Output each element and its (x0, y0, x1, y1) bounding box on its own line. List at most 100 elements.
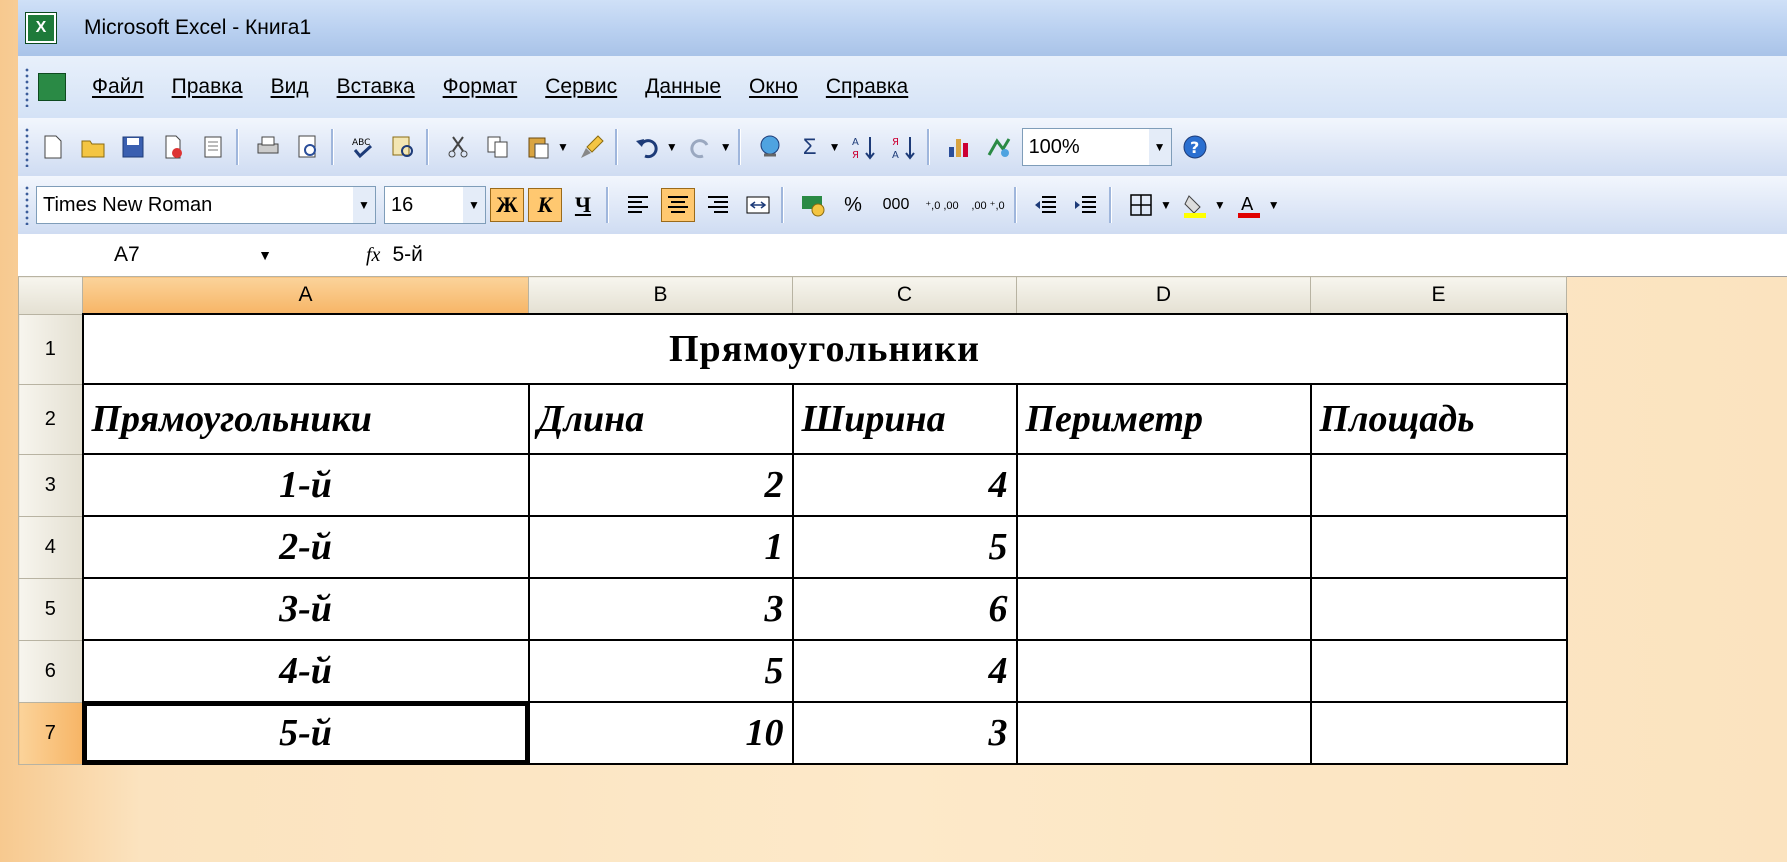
data-cell[interactable] (1309, 577, 1568, 641)
data-cell[interactable] (1015, 453, 1312, 517)
data-cell[interactable] (1015, 701, 1312, 765)
excel-app-icon[interactable]: X (26, 13, 56, 43)
row-header[interactable]: 2 (18, 383, 83, 455)
redo-dropdown-arrow[interactable]: ▼ (720, 140, 732, 154)
cut-icon[interactable] (441, 130, 475, 164)
data-cell[interactable]: 3 (527, 577, 794, 641)
data-cell[interactable]: 10 (527, 701, 794, 765)
menu-help[interactable]: Справка (824, 71, 910, 103)
menu-data[interactable]: Данные (643, 71, 723, 103)
data-cell[interactable]: 3-й (81, 577, 530, 641)
chevron-down-icon[interactable]: ▼ (1148, 129, 1171, 165)
data-cell[interactable]: 4-й (81, 639, 530, 703)
data-cell[interactable]: 2 (527, 453, 794, 517)
undo-dropdown-arrow[interactable]: ▼ (666, 140, 678, 154)
toolbar-grip[interactable] (24, 185, 30, 225)
menu-tools[interactable]: Сервис (543, 71, 619, 103)
borders-dropdown-arrow[interactable]: ▼ (1160, 198, 1172, 212)
font-color-icon[interactable]: A (1232, 188, 1266, 222)
decrease-indent-icon[interactable] (1029, 188, 1063, 222)
menu-window[interactable]: Окно (747, 71, 800, 103)
data-cell[interactable] (1309, 515, 1568, 579)
print-preview-icon[interactable] (291, 130, 325, 164)
menu-format[interactable]: Формат (441, 71, 520, 103)
menu-insert[interactable]: Вставка (335, 71, 417, 103)
data-cell[interactable] (1309, 701, 1568, 765)
currency-icon[interactable] (796, 188, 830, 222)
data-cell[interactable]: 1 (527, 515, 794, 579)
sheet-title-cell[interactable]: Прямоугольники (81, 313, 1568, 385)
column-header-c[interactable]: C (792, 276, 1017, 315)
redo-icon[interactable] (684, 130, 718, 164)
thousands-separator-button[interactable]: 000 (876, 188, 916, 222)
new-document-icon[interactable] (36, 130, 70, 164)
font-size-select[interactable]: 16 ▼ (384, 186, 486, 224)
data-cell[interactable]: 5 (791, 515, 1018, 579)
align-right-icon[interactable] (701, 188, 735, 222)
autosum-dropdown-arrow[interactable]: ▼ (829, 140, 841, 154)
chart-wizard-icon[interactable] (942, 130, 976, 164)
active-cell[interactable]: 5-й (81, 701, 530, 765)
data-cell[interactable]: 4 (791, 453, 1018, 517)
fill-color-dropdown-arrow[interactable]: ▼ (1214, 198, 1226, 212)
fill-color-icon[interactable] (1178, 188, 1212, 222)
data-cell[interactable] (1015, 515, 1312, 579)
header-cell[interactable]: Длина (527, 383, 794, 455)
spelling-icon[interactable]: ABC (346, 130, 380, 164)
row-header[interactable]: 3 (18, 453, 83, 517)
column-header-b[interactable]: B (528, 276, 793, 315)
data-cell[interactable]: 4 (791, 639, 1018, 703)
drawing-icon[interactable] (982, 130, 1016, 164)
paste-dropdown-arrow[interactable]: ▼ (557, 140, 569, 154)
borders-icon[interactable] (1124, 188, 1158, 222)
column-header-e[interactable]: E (1310, 276, 1567, 315)
data-cell[interactable]: 5 (527, 639, 794, 703)
increase-indent-icon[interactable] (1069, 188, 1103, 222)
font-name-select[interactable]: Times New Roman ▼ (36, 186, 376, 224)
bold-button[interactable]: Ж (490, 188, 524, 222)
header-cell[interactable]: Площадь (1309, 383, 1568, 455)
data-cell[interactable]: 6 (791, 577, 1018, 641)
save-icon[interactable] (116, 130, 150, 164)
header-cell[interactable]: Ширина (791, 383, 1018, 455)
hyperlink-icon[interactable] (753, 130, 787, 164)
chevron-down-icon[interactable]: ▼ (353, 187, 375, 223)
align-center-icon[interactable] (661, 188, 695, 222)
name-box[interactable]: A7 ▼ (18, 236, 272, 274)
column-header-d[interactable]: D (1016, 276, 1311, 315)
autosum-icon[interactable]: Σ (793, 130, 827, 164)
email-icon[interactable] (196, 130, 230, 164)
data-cell[interactable] (1309, 453, 1568, 517)
data-cell[interactable] (1015, 639, 1312, 703)
decrease-decimal-button[interactable]: ,00 ⁺,0 (968, 188, 1008, 222)
row-header[interactable]: 6 (18, 639, 83, 703)
percent-button[interactable]: % (836, 188, 870, 222)
zoom-select[interactable]: 100% ▼ (1021, 128, 1172, 166)
header-cell[interactable]: Прямоугольники (81, 383, 530, 455)
data-cell[interactable] (1015, 577, 1312, 641)
underline-button[interactable]: Ч (566, 188, 600, 222)
row-header[interactable]: 5 (18, 577, 83, 641)
increase-decimal-button[interactable]: ⁺,0 ,00 (922, 188, 962, 222)
select-all-corner[interactable] (18, 276, 83, 315)
sort-descending-icon[interactable]: ЯA (887, 130, 921, 164)
row-header[interactable]: 4 (18, 515, 83, 579)
research-icon[interactable] (386, 130, 420, 164)
data-cell[interactable]: 2-й (81, 515, 530, 579)
help-icon[interactable]: ? (1178, 130, 1212, 164)
menu-view[interactable]: Вид (269, 71, 311, 103)
font-color-dropdown-arrow[interactable]: ▼ (1268, 198, 1280, 212)
undo-icon[interactable] (630, 130, 664, 164)
copy-icon[interactable] (481, 130, 515, 164)
row-header[interactable]: 7 (18, 701, 83, 765)
data-cell[interactable]: 3 (791, 701, 1018, 765)
print-icon[interactable] (251, 130, 285, 164)
open-folder-icon[interactable] (76, 130, 110, 164)
formula-input[interactable]: 5-й (392, 243, 422, 267)
sort-ascending-icon[interactable]: AЯ (847, 130, 881, 164)
document-icon[interactable] (38, 73, 66, 101)
toolbar-grip[interactable] (24, 127, 30, 167)
italic-button[interactable]: К (528, 188, 562, 222)
function-icon[interactable]: fx (366, 244, 380, 267)
format-painter-icon[interactable] (575, 130, 609, 164)
